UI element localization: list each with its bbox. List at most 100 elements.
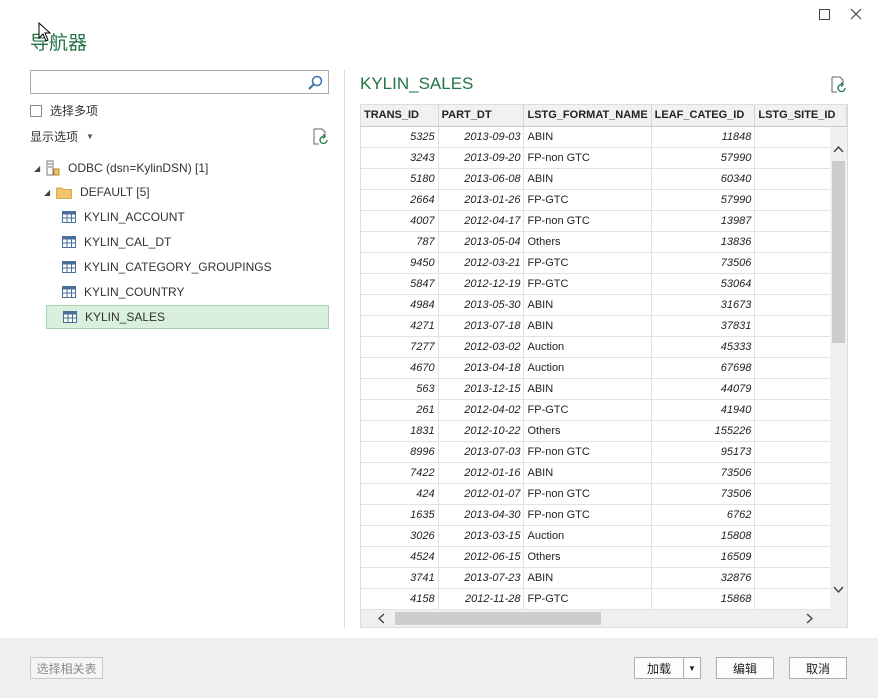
column-header[interactable]: LSTG_FORMAT_NAME	[523, 105, 652, 127]
scroll-down-icon[interactable]	[830, 581, 847, 598]
table-cell: 3741	[361, 567, 439, 589]
load-dropdown-button[interactable]: ▼	[683, 657, 701, 679]
table-icon	[62, 261, 76, 273]
tree-node-default-folder[interactable]: ◢ DEFAULT [5]	[44, 180, 150, 204]
table-row: 2664 2013-01-26 FP-GTC 57990	[361, 189, 847, 211]
table-cell: 8996	[361, 441, 439, 463]
table-cell: Auction	[523, 525, 652, 547]
display-options-dropdown[interactable]: 显示选项 ▼	[30, 128, 94, 145]
tree-node-odbc-source[interactable]: ◢ ODBC (dsn=KylinDSN) [1]	[34, 156, 208, 180]
maximize-button[interactable]	[808, 4, 840, 24]
table-icon	[63, 311, 77, 323]
tree-item-label: KYLIN_CAL_DT	[84, 235, 172, 249]
horizontal-scroll-thumb[interactable]	[395, 612, 601, 625]
table-cell: 15808	[651, 525, 756, 547]
table-cell: 3243	[361, 147, 439, 169]
preview-grid: TRANS_ID PART_DT LSTG_FORMAT_NAME LEAF_CATE…	[360, 104, 848, 628]
table-cell: 4670	[361, 357, 439, 379]
horizontal-scrollbar[interactable]	[361, 610, 847, 627]
search-icon[interactable]	[307, 74, 324, 91]
table-icon	[62, 211, 76, 223]
table-cell: FP-GTC	[523, 588, 652, 610]
table-row: 3243 2013-09-20 FP-non GTC 57990	[361, 147, 847, 169]
table-cell: 787	[361, 231, 439, 253]
expand-triangle-icon[interactable]: ◢	[44, 188, 54, 197]
column-header[interactable]: TRANS_ID	[361, 105, 439, 127]
table-cell: 2012-06-15	[438, 546, 525, 568]
select-multiple-checkbox[interactable]	[30, 104, 42, 117]
table-cell: FP-non GTC	[523, 210, 652, 232]
tree-node-label: ODBC (dsn=KylinDSN) [1]	[68, 161, 209, 175]
select-multiple-option[interactable]: 选择多项	[30, 102, 98, 119]
table-cell: 57990	[651, 147, 756, 169]
table-cell: 563	[361, 378, 439, 400]
table-cell: FP-non GTC	[523, 147, 652, 169]
scroll-up-icon[interactable]	[830, 141, 847, 158]
tree-item-kylin-country[interactable]: KYLIN_COUNTRY	[46, 280, 329, 304]
table-row: 1831 2012-10-22 Others 155226	[361, 420, 847, 442]
table-cell: 2012-04-02	[438, 399, 525, 421]
caret-down-icon: ▼	[86, 132, 94, 141]
table-cell: ABIN	[523, 168, 652, 190]
table-cell: 41940	[651, 399, 756, 421]
table-cell: 2013-07-03	[438, 441, 525, 463]
cancel-button[interactable]: 取消	[789, 657, 847, 679]
table-cell: 9450	[361, 252, 439, 274]
table-cell: 1831	[361, 420, 439, 442]
close-button[interactable]	[840, 4, 872, 24]
select-related-tables-button[interactable]: 选择相关表	[30, 657, 103, 679]
refresh-icon[interactable]	[829, 76, 847, 94]
table-cell: 4524	[361, 546, 439, 568]
vertical-scroll-thumb[interactable]	[832, 161, 845, 343]
table-cell: 2013-01-26	[438, 189, 525, 211]
table-cell: 2012-01-07	[438, 483, 525, 505]
tree-item-kylin-category-groupings[interactable]: KYLIN_CATEGORY_GROUPINGS	[46, 255, 329, 279]
scroll-left-icon[interactable]	[373, 610, 390, 627]
load-button[interactable]: 加载	[634, 657, 684, 679]
table-cell: 32876	[651, 567, 756, 589]
table-row: 7422 2012-01-16 ABIN 73506	[361, 462, 847, 484]
table-cell: 44079	[651, 378, 756, 400]
table-row: 4271 2013-07-18 ABIN 37831	[361, 315, 847, 337]
table-cell: 1635	[361, 504, 439, 526]
table-cell: 2012-04-17	[438, 210, 525, 232]
table-cell: Others	[523, 546, 652, 568]
refresh-icon[interactable]	[311, 128, 329, 146]
table-row: 261 2012-04-02 FP-GTC 41940	[361, 399, 847, 421]
search-input[interactable]	[30, 70, 329, 94]
table-cell: 2012-12-19	[438, 273, 525, 295]
tree-item-label: KYLIN_CATEGORY_GROUPINGS	[84, 260, 272, 274]
table-cell: 4984	[361, 294, 439, 316]
table-row: 5847 2012-12-19 FP-GTC 53064	[361, 273, 847, 295]
expand-triangle-icon[interactable]: ◢	[34, 164, 44, 173]
scroll-right-icon[interactable]	[801, 610, 818, 627]
table-cell: 2013-04-30	[438, 504, 525, 526]
table-row: 4158 2012-11-28 FP-GTC 15868	[361, 588, 847, 610]
table-cell: ABIN	[523, 378, 652, 400]
table-cell: 60340	[651, 168, 756, 190]
maximize-icon	[818, 8, 830, 20]
table-cell: ABIN	[523, 462, 652, 484]
column-header[interactable]: LEAF_CATEG_ID	[651, 105, 756, 127]
dialog-footer: 选择相关表 加载 ▼ 编辑 取消	[0, 638, 878, 698]
tree-item-kylin-sales[interactable]: KYLIN_SALES	[46, 305, 329, 329]
pane-divider[interactable]	[344, 70, 345, 628]
vertical-scrollbar[interactable]	[830, 127, 847, 611]
table-cell: 2012-10-22	[438, 420, 525, 442]
column-header[interactable]: LSTG_SITE_ID	[754, 105, 847, 127]
mouse-cursor-icon	[38, 22, 52, 42]
tree-item-kylin-account[interactable]: KYLIN_ACCOUNT	[46, 205, 329, 229]
table-cell: 7277	[361, 336, 439, 358]
table-row: 4007 2012-04-17 FP-non GTC 13987	[361, 210, 847, 232]
table-cell: 73506	[651, 252, 756, 274]
table-cell: 4007	[361, 210, 439, 232]
tree-item-kylin-cal-dt[interactable]: KYLIN_CAL_DT	[46, 230, 329, 254]
edit-button[interactable]: 编辑	[716, 657, 774, 679]
table-cell: 73506	[651, 462, 756, 484]
table-cell: Others	[523, 231, 652, 253]
table-cell: 57990	[651, 189, 756, 211]
table-cell: 2012-01-16	[438, 462, 525, 484]
column-header[interactable]: PART_DT	[438, 105, 525, 127]
preview-title: KYLIN_SALES	[360, 74, 474, 93]
table-cell: ABIN	[523, 567, 652, 589]
